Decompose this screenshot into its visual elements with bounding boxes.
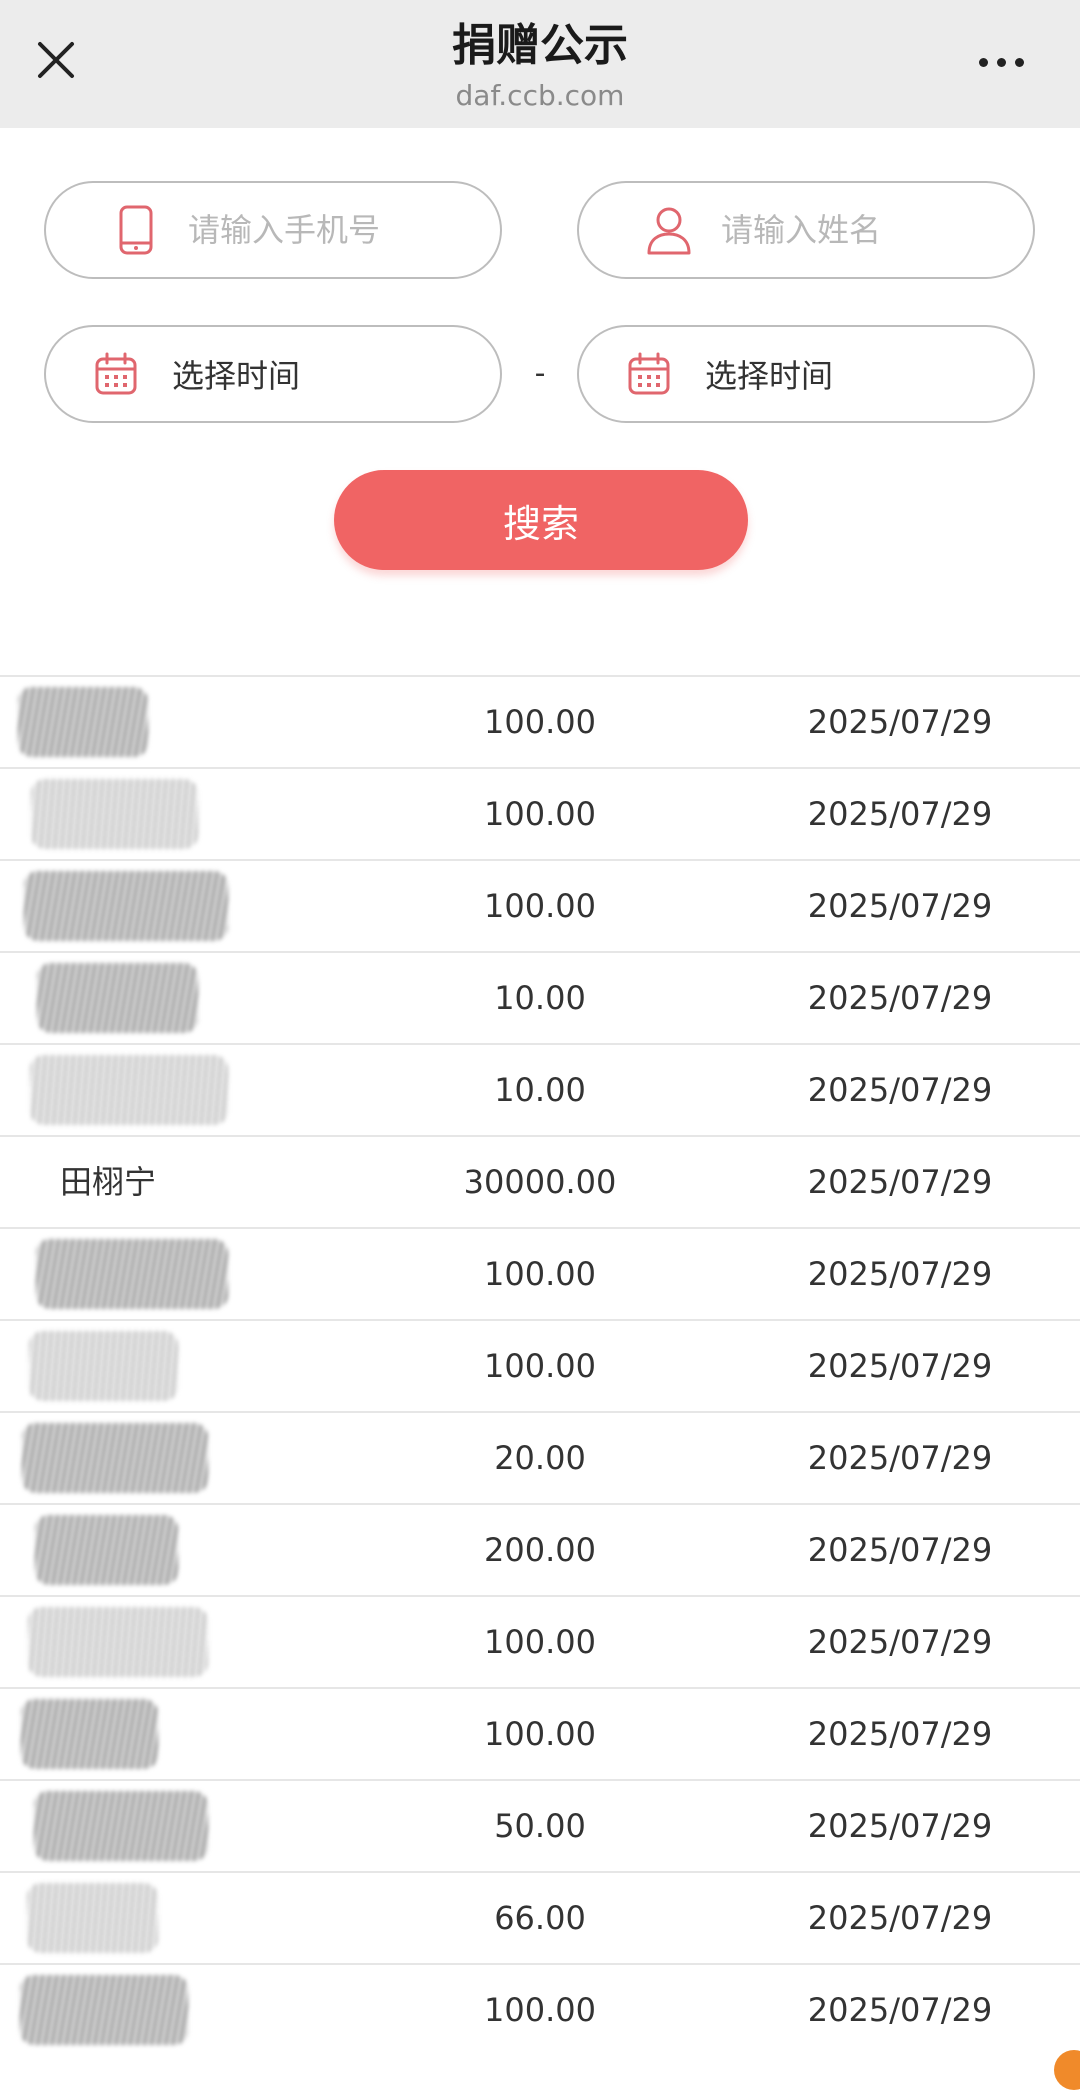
donation-row: 66.00 2025/07/29 <box>0 1871 1080 1963</box>
donation-row: 100.00 2025/07/29 <box>0 767 1080 859</box>
donation-amount: 10.00 <box>494 979 586 1017</box>
donation-row: 100.00 2025/07/29 <box>0 1319 1080 1411</box>
name-input[interactable] <box>721 211 1021 249</box>
redacted-name <box>37 963 198 1033</box>
donation-date: 2025/07/29 <box>807 1347 993 1385</box>
donation-date: 2025/07/29 <box>807 1163 993 1201</box>
phone-field[interactable] <box>44 181 502 279</box>
redacted-name <box>22 1423 208 1493</box>
page-domain: daf.ccb.com <box>455 79 625 112</box>
donation-date: 2025/07/29 <box>807 703 993 741</box>
redacted-name <box>24 871 228 941</box>
calendar-icon <box>619 344 679 404</box>
donation-date: 2025/07/29 <box>807 1991 993 2029</box>
donation-amount: 100.00 <box>484 1715 596 1753</box>
donation-row: 100.00 2025/07/29 <box>0 1963 1080 2055</box>
donation-row: 100.00 2025/07/29 <box>0 1687 1080 1779</box>
donation-date: 2025/07/29 <box>807 1715 993 1753</box>
donation-row: 田栩宁 30000.00 2025/07/29 <box>0 1135 1080 1227</box>
donation-row: 20.00 2025/07/29 <box>0 1411 1080 1503</box>
donation-amount: 100.00 <box>484 703 596 741</box>
floating-button-edge[interactable] <box>1054 2050 1080 2090</box>
user-icon <box>639 200 699 260</box>
start-date-picker[interactable]: 选择时间 <box>44 325 502 423</box>
redacted-name <box>27 1883 158 1953</box>
more-button[interactable] <box>966 42 1036 82</box>
phone-icon <box>106 200 166 260</box>
date-range-separator: - <box>534 356 546 391</box>
redacted-name <box>28 1607 208 1677</box>
donation-date: 2025/07/29 <box>807 1623 993 1661</box>
donation-date: 2025/07/29 <box>807 1439 993 1477</box>
page-title: 捐赠公示 <box>452 20 628 71</box>
donation-row: 10.00 2025/07/29 <box>0 1043 1080 1135</box>
donation-row: 200.00 2025/07/29 <box>0 1503 1080 1595</box>
donation-date: 2025/07/29 <box>807 1531 993 1569</box>
donation-date: 2025/07/29 <box>807 887 993 925</box>
start-date-label: 选择时间 <box>172 357 301 395</box>
donation-amount: 100.00 <box>484 795 596 833</box>
donation-list: 100.00 2025/07/29 100.00 2025/07/29 100.00 20… <box>0 675 1080 2055</box>
redacted-name <box>21 1699 158 1769</box>
donation-date: 2025/07/29 <box>807 1255 993 1293</box>
donation-row: 100.00 2025/07/29 <box>0 1227 1080 1319</box>
redacted-name <box>31 779 198 849</box>
donation-amount: 66.00 <box>494 1899 586 1937</box>
calendar-icon <box>86 344 146 404</box>
donation-amount: 200.00 <box>484 1531 596 1569</box>
close-icon <box>38 42 74 78</box>
donation-row: 100.00 2025/07/29 <box>0 859 1080 951</box>
donation-amount: 100.00 <box>484 887 596 925</box>
donation-date: 2025/07/29 <box>807 1071 993 1109</box>
top-bar: 捐赠公示 daf.ccb.com <box>0 0 1080 128</box>
donation-date: 2025/07/29 <box>807 1899 993 1937</box>
end-date-label: 选择时间 <box>705 357 834 395</box>
donation-date: 2025/07/29 <box>807 1807 993 1845</box>
donation-row: 10.00 2025/07/29 <box>0 951 1080 1043</box>
title-block: 捐赠公示 daf.ccb.com <box>240 18 840 114</box>
more-horizontal-icon <box>978 57 988 67</box>
donation-row: 100.00 2025/07/29 <box>0 675 1080 767</box>
search-button[interactable]: 搜索 <box>334 470 748 570</box>
end-date-picker[interactable]: 选择时间 <box>577 325 1035 423</box>
donation-date: 2025/07/29 <box>807 795 993 833</box>
donation-row: 50.00 2025/07/29 <box>0 1779 1080 1871</box>
donation-amount: 30000.00 <box>463 1163 617 1201</box>
donation-amount: 20.00 <box>494 1439 586 1477</box>
donation-date: 2025/07/29 <box>807 979 993 1017</box>
donation-row: 100.00 2025/07/29 <box>0 1595 1080 1687</box>
donation-amount: 50.00 <box>494 1807 586 1845</box>
name-field[interactable] <box>577 181 1035 279</box>
donation-amount: 10.00 <box>494 1071 586 1109</box>
redacted-name <box>34 1791 208 1861</box>
donor-name: 田栩宁 <box>60 1163 157 1201</box>
donation-amount: 100.00 <box>484 1347 596 1385</box>
redacted-name <box>35 1515 178 1585</box>
donation-amount: 100.00 <box>484 1255 596 1293</box>
redacted-name <box>36 1239 228 1309</box>
donation-amount: 100.00 <box>484 1991 596 2029</box>
phone-input[interactable] <box>188 211 488 249</box>
redacted-name <box>20 1975 188 2045</box>
redacted-name <box>30 1055 228 1125</box>
redacted-name <box>29 1331 178 1401</box>
close-button[interactable] <box>30 34 82 86</box>
redacted-name <box>18 687 148 757</box>
donation-amount: 100.00 <box>484 1623 596 1661</box>
